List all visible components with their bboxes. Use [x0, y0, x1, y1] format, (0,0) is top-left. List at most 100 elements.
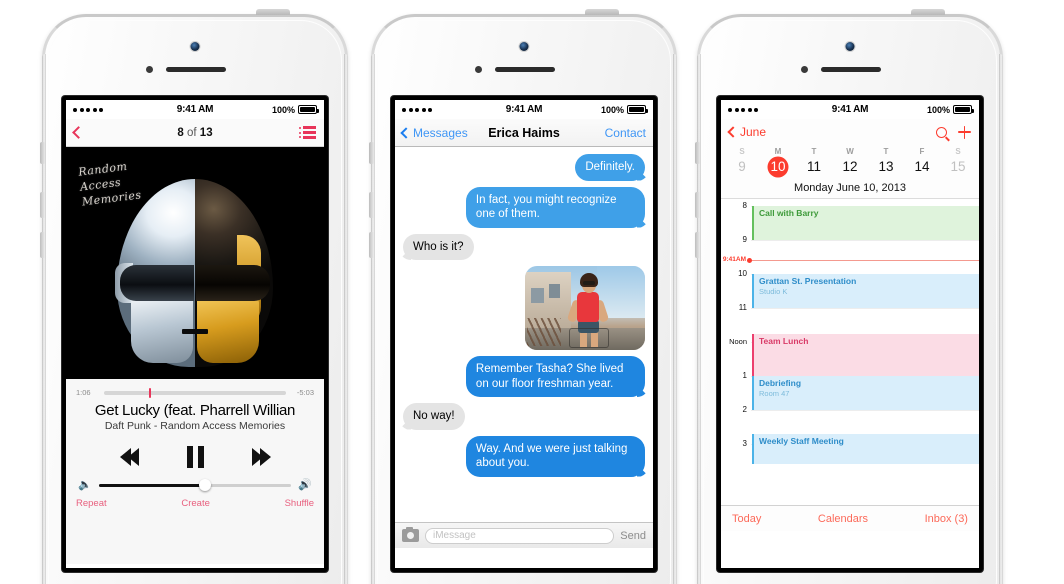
volume-slider[interactable]: [98, 479, 292, 492]
calendar-nav-bar: June: [721, 119, 979, 145]
volume-handle[interactable]: [198, 479, 211, 492]
volume-up-button[interactable]: [369, 192, 374, 218]
week-date[interactable]: 9: [724, 156, 760, 177]
mute-switch[interactable]: [369, 142, 374, 164]
elapsed-time: 1:06: [76, 388, 91, 397]
message-thread[interactable]: Definitely. In fact, you might recognize…: [395, 147, 653, 522]
screen-music: 9:41 AM 100% 8 of 13 Random Access Memor…: [62, 96, 328, 572]
hour-label: 9: [742, 235, 747, 244]
album-artwork[interactable]: Random Access Memories: [66, 147, 324, 379]
proximity-sensor-icon: [475, 66, 482, 73]
day-agenda[interactable]: 8 9 10 11 Noon 1 2 3 Call with Barry 9:4…: [721, 199, 979, 505]
wifi-icon: [106, 105, 117, 114]
music-nav-bar: 8 of 13: [66, 119, 324, 147]
messages-nav-bar: Messages Erica Haims Contact: [395, 119, 653, 147]
transport-controls: [66, 432, 324, 476]
volume-up-button[interactable]: [40, 192, 45, 218]
volume-down-button[interactable]: [40, 232, 45, 258]
phone-edge-right: [999, 54, 1003, 584]
fast-forward-icon[interactable]: [251, 448, 271, 466]
event-title: Grattan St. Presentation: [759, 276, 857, 286]
iphone-messages: 9:41 AM 100% Messages Erica Haims Contac…: [369, 9, 677, 584]
week-date[interactable]: 14: [904, 156, 940, 177]
hour-label: Noon: [729, 337, 747, 346]
hour-label: 2: [742, 405, 747, 414]
daft-punk-helmets-art: [115, 179, 273, 367]
volume-up-button[interactable]: [695, 192, 700, 218]
power-button[interactable]: [256, 9, 290, 15]
song-artist-album: Daft Punk - Random Access Memories: [104, 420, 286, 432]
create-button[interactable]: Create: [181, 498, 210, 509]
volume-max-icon: 🔊: [298, 479, 312, 491]
week-date-selected[interactable]: 10: [760, 156, 796, 177]
message-bubble-incoming: Who is it?: [403, 233, 474, 260]
calendar-event[interactable]: Team Lunch: [752, 334, 979, 376]
wifi-icon: [761, 105, 772, 114]
proximity-sensor-icon: [801, 66, 808, 73]
battery-icon: [627, 105, 649, 114]
search-icon[interactable]: [936, 126, 947, 138]
shuffle-button[interactable]: Shuffle: [285, 498, 314, 509]
player-controls: 1:06 -5:03 Get Lucky (feat. Pharrell Wil…: [66, 379, 324, 564]
status-bar: 9:41 AM 100%: [721, 100, 979, 119]
week-date[interactable]: 11: [796, 156, 832, 177]
mute-switch[interactable]: [40, 142, 45, 164]
week-strip: S M T W T F S 9 10 11 12 13 14 15: [721, 145, 979, 180]
day-initial: F: [919, 147, 925, 156]
track-total: 13: [199, 126, 213, 139]
event-title: Call with Barry: [759, 208, 819, 218]
volume-row: 🔈 🔊: [66, 476, 324, 492]
imessage-input[interactable]: iMessage: [425, 527, 615, 544]
scrubber-slider[interactable]: [104, 387, 286, 398]
status-time: 9:41 AM: [176, 104, 214, 115]
today-button[interactable]: Today: [732, 513, 761, 525]
calendar-event[interactable]: Grattan St. Presentation Studio K: [752, 274, 979, 308]
message-photo-attachment[interactable]: [525, 266, 645, 350]
back-chevron-icon: [727, 126, 739, 138]
day-initials-row: S M T W T F S: [724, 147, 976, 156]
current-time-label: 9:41AM: [722, 256, 746, 263]
track-of: of: [183, 126, 200, 139]
send-button[interactable]: Send: [620, 530, 646, 542]
power-button[interactable]: [585, 9, 619, 15]
screen-messages: 9:41 AM 100% Messages Erica Haims Contac…: [391, 96, 657, 572]
calendars-button[interactable]: Calendars: [818, 513, 868, 525]
current-time-line: [747, 260, 979, 261]
back-chevron-icon: [400, 126, 412, 139]
pause-icon[interactable]: [186, 446, 204, 468]
song-title: Get Lucky (feat. Pharrell Willian: [94, 402, 296, 419]
repeat-button[interactable]: Repeat: [76, 498, 107, 509]
hour-label: 10: [738, 269, 747, 278]
contact-button[interactable]: Contact: [605, 126, 646, 140]
status-bar: 9:41 AM 100%: [395, 100, 653, 119]
screen-calendar: 9:41 AM 100% June S M T W T F S 9 10 11 …: [717, 96, 983, 572]
hour-label: 11: [738, 303, 747, 312]
back-label: Messages: [413, 125, 468, 140]
rewind-icon[interactable]: [119, 448, 139, 466]
camera-icon[interactable]: [402, 526, 419, 542]
day-initial: S: [955, 147, 961, 156]
event-location: Studio K: [759, 287, 788, 296]
inbox-button[interactable]: Inbox (3): [925, 513, 968, 525]
earpiece-speaker: [495, 67, 555, 72]
week-dates-row: 9 10 11 12 13 14 15: [724, 156, 976, 177]
event-title: Weekly Staff Meeting: [759, 436, 844, 446]
back-to-month-button[interactable]: June: [727, 125, 766, 139]
plus-icon[interactable]: [958, 125, 971, 139]
volume-down-button[interactable]: [369, 232, 374, 258]
power-button[interactable]: [911, 9, 945, 15]
calendar-event[interactable]: Call with Barry: [752, 206, 979, 240]
calendar-event[interactable]: Debriefing Room 47: [752, 376, 979, 410]
mute-switch[interactable]: [695, 142, 700, 164]
event-title: Team Lunch: [759, 336, 809, 346]
battery-percent: 100%: [271, 104, 296, 115]
volume-down-button[interactable]: [695, 232, 700, 258]
week-date[interactable]: 15: [940, 156, 976, 177]
phone-edge-right: [673, 54, 677, 584]
scrubber-handle[interactable]: [148, 387, 151, 398]
calendar-event[interactable]: Weekly Staff Meeting: [752, 434, 979, 464]
week-date[interactable]: 12: [832, 156, 868, 177]
week-date[interactable]: 13: [868, 156, 904, 177]
back-to-messages-button[interactable]: Messages: [400, 125, 468, 140]
battery-icon: [298, 105, 320, 114]
